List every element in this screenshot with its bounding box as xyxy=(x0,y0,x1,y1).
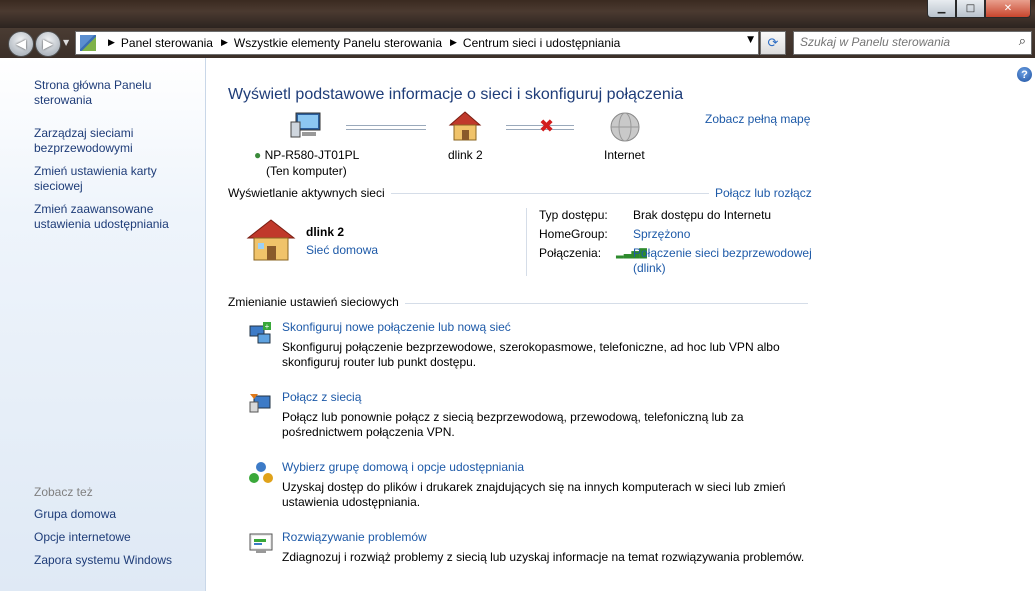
this-computer-label: (Ten komputer) xyxy=(266,164,347,178)
globe-icon xyxy=(609,111,641,146)
access-type-label: Typ dostępu: xyxy=(539,208,608,222)
troubleshoot-icon xyxy=(248,530,274,559)
window-controls: ▁ □ ✕ xyxy=(927,0,1031,18)
task-setup-connection-link[interactable]: Skonfiguruj nowe połączenie lub nową sie… xyxy=(282,320,511,334)
active-networks-heading: Wyświetlanie aktywnych sieci xyxy=(228,186,391,200)
address-bar[interactable]: ▶ Panel sterowania ▶ Wszystkie elementy … xyxy=(75,31,759,55)
address-dropdown-icon[interactable]: ▼ xyxy=(747,35,754,45)
sidebar-item-adapter-settings[interactable]: Zmień ustawienia karty sieciowej xyxy=(34,164,199,194)
task-connect-network-description: Połącz lub ponownie połącz z siecią bezp… xyxy=(282,410,744,439)
internet-label: Internet xyxy=(604,148,645,162)
sidebar-item-control-panel-home[interactable]: Strona główna Panelu sterowania xyxy=(34,78,199,108)
navigation-bar: ◀ ▶ ▼ ▶ Panel sterowania ▶ Wszystkie ele… xyxy=(0,28,1035,58)
task-connect-network-link[interactable]: Połącz z siecią xyxy=(282,390,361,404)
help-icon[interactable]: ? xyxy=(1017,67,1032,82)
back-button[interactable]: ◀ xyxy=(8,31,34,57)
home-network-large-icon xyxy=(246,218,296,265)
breadcrumb-chevron-icon[interactable]: ▶ xyxy=(221,38,228,48)
connect-disconnect-link[interactable]: Połącz lub rozłącz xyxy=(709,186,812,200)
see-full-map-link[interactable]: Zobacz pełną mapę xyxy=(705,112,810,126)
forward-button[interactable]: ▶ xyxy=(35,31,61,57)
breadcrumb-item[interactable]: Wszystkie elementy Panelu sterowania xyxy=(234,36,442,50)
forward-arrow-icon: ▶ xyxy=(43,36,53,52)
sidebar-item-homegroup[interactable]: Grupa domowa xyxy=(34,507,199,522)
search-box[interactable]: ⌕ xyxy=(793,31,1032,55)
task-setup-connection-description: Skonfiguruj połączenie bezprzewodowe, sz… xyxy=(282,340,780,369)
breadcrumb-item[interactable]: Centrum sieci i udostępniania xyxy=(463,36,620,50)
minimize-button[interactable]: ▁ xyxy=(927,0,956,18)
task-troubleshoot-description: Zdiagnozuj i rozwiąż problemy z siecią l… xyxy=(282,550,805,564)
search-icon[interactable]: ⌕ xyxy=(1019,34,1026,49)
history-dropdown-icon[interactable]: ▼ xyxy=(63,38,69,47)
homegroup-icon xyxy=(248,460,274,489)
wireless-connection-link[interactable]: Połączenie sieci bezprzewodowej xyxy=(633,246,812,260)
task-homegroup-description: Uzyskaj dostęp do plików i drukarek znaj… xyxy=(282,480,786,509)
connect-network-icon xyxy=(248,390,274,419)
task-troubleshoot-link[interactable]: Rozwiązywanie problemów xyxy=(282,530,427,544)
see-also-heading: Zobacz też xyxy=(34,485,93,499)
breadcrumb-chevron-icon[interactable]: ▶ xyxy=(108,38,115,48)
access-type-value: Brak dostępu do Internetu xyxy=(633,208,772,222)
change-settings-heading: Zmienianie ustawień sieciowych xyxy=(228,295,405,309)
sidebar: Strona główna Panelu sterowania Zarządza… xyxy=(0,58,206,591)
homegroup-link[interactable]: Sprzężono xyxy=(633,227,690,241)
svg-text:+: + xyxy=(265,322,270,331)
computer-label: NP-R580-JT01PL xyxy=(264,148,360,162)
vertical-divider xyxy=(526,208,527,276)
search-input[interactable] xyxy=(794,32,1005,52)
computer-name: ● NP-R580-JT01PL xyxy=(254,148,359,162)
wireless-connection-ssid[interactable]: (dlink) xyxy=(633,261,666,275)
sidebar-item-advanced-sharing[interactable]: Zmień zaawansowane ustawienia udostępnia… xyxy=(34,202,199,232)
task-homegroup-link[interactable]: Wybierz grupę domową i opcje udostępnian… xyxy=(282,460,524,474)
page-title: Wyświetl podstawowe informacje o sieci i… xyxy=(228,86,684,103)
sidebar-item-internet-options[interactable]: Opcje internetowe xyxy=(34,530,199,545)
control-panel-icon xyxy=(80,35,96,51)
refresh-button[interactable]: ⟳ xyxy=(760,31,786,55)
main-pane: ? Wyświetl podstawowe informacje o sieci… xyxy=(206,58,1035,591)
back-arrow-icon: ◀ xyxy=(16,36,26,52)
title-bar: ▁ □ ✕ xyxy=(0,0,1035,28)
computer-icon xyxy=(290,112,324,141)
map-link-line xyxy=(346,125,426,130)
network-status-icon: ● xyxy=(254,148,262,162)
breadcrumb-chevron-icon[interactable]: ▶ xyxy=(450,38,457,48)
breadcrumb-item[interactable]: Panel sterowania xyxy=(121,36,213,50)
active-network-name: dlink 2 xyxy=(306,225,345,239)
close-button[interactable]: ✕ xyxy=(985,0,1031,18)
refresh-icon: ⟳ xyxy=(767,35,779,51)
maximize-button[interactable]: □ xyxy=(956,0,985,18)
homegroup-label: HomeGroup: xyxy=(539,227,608,241)
new-connection-icon: + xyxy=(248,320,274,349)
sidebar-item-windows-firewall[interactable]: Zapora systemu Windows xyxy=(34,553,199,568)
network-type-link[interactable]: Sieć domowa xyxy=(306,243,378,257)
network-map-label: dlink 2 xyxy=(448,148,483,162)
home-network-icon xyxy=(448,110,482,145)
no-connection-icon: ✖ xyxy=(539,116,555,137)
connections-label: Połączenia: xyxy=(539,246,602,260)
sidebar-item-manage-wireless[interactable]: Zarządzaj sieciami bezprzewodowymi xyxy=(34,126,199,156)
